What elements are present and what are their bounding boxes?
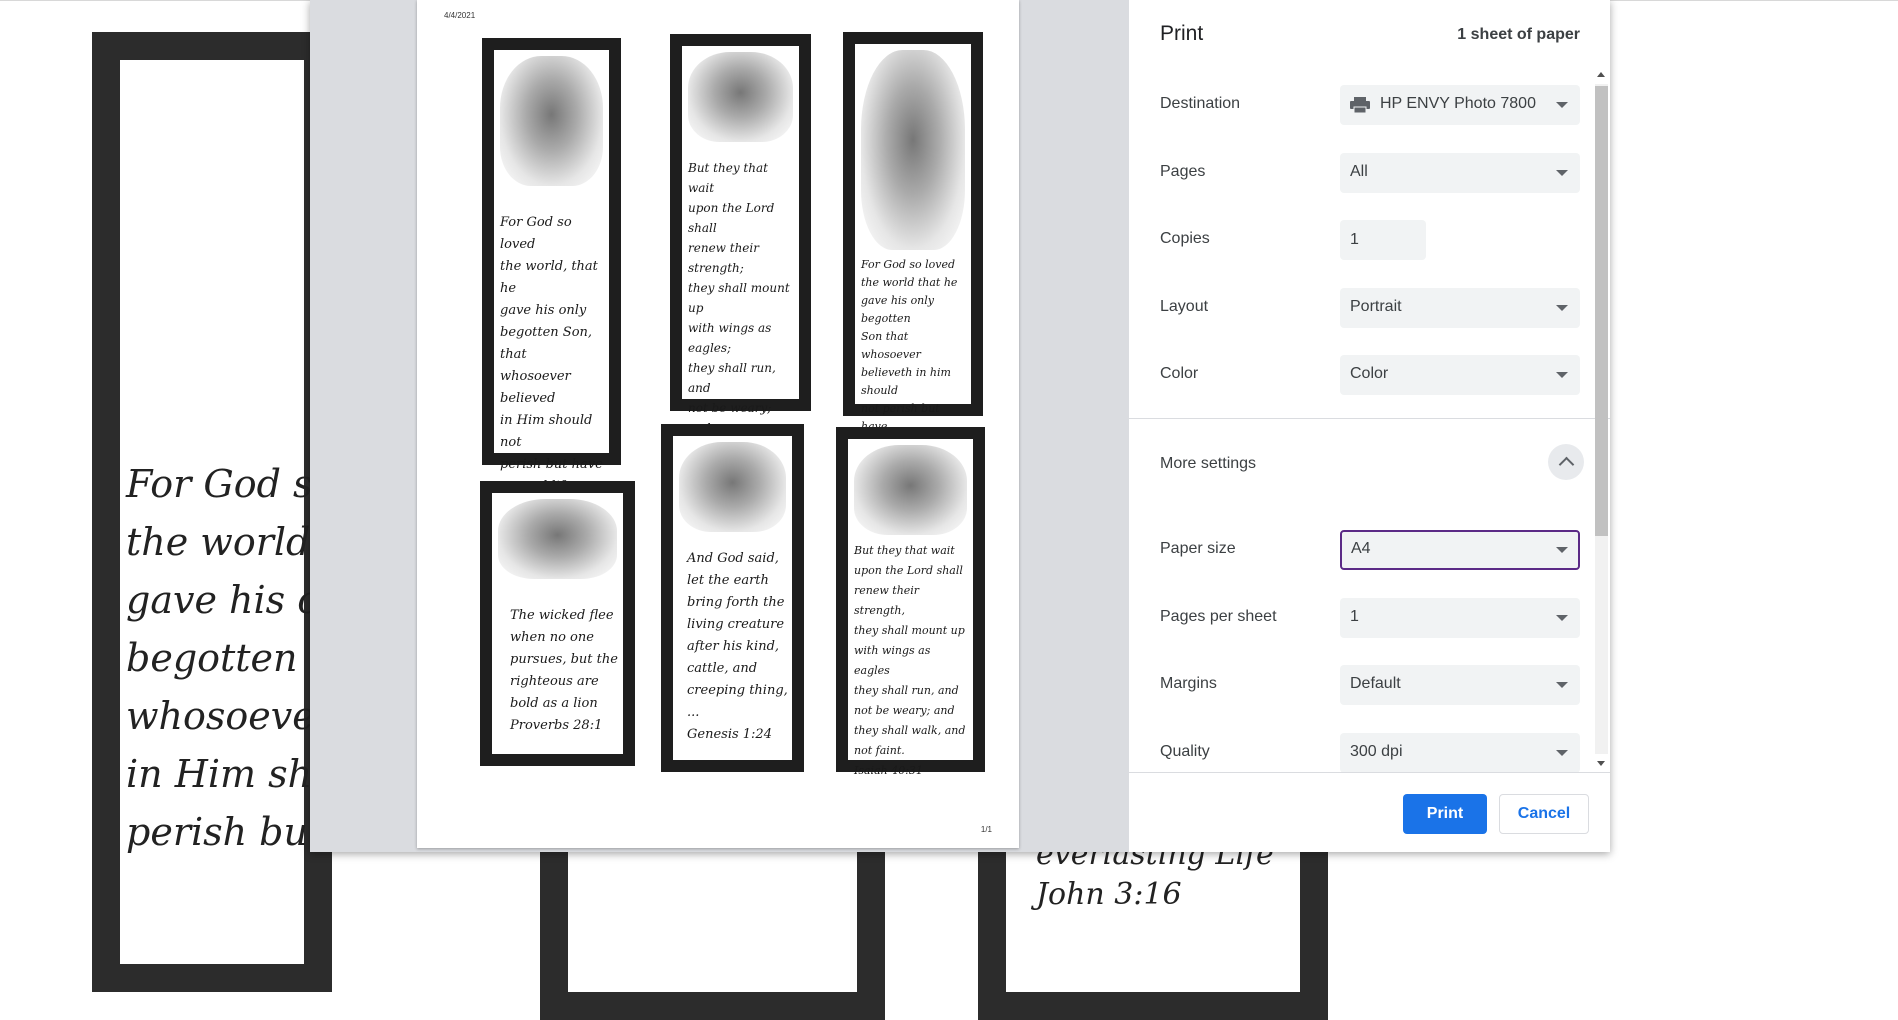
print-button[interactable]: Print bbox=[1403, 794, 1487, 834]
bookmark-koala-small: And God said, let the earth bring forth … bbox=[661, 424, 804, 772]
preview-page: 4/4/2021 For God so loved the world, tha… bbox=[417, 0, 1019, 848]
layout-label: Layout bbox=[1160, 298, 1209, 315]
quality-label: Quality bbox=[1160, 743, 1210, 760]
bookmark-eagle: But they that wait upon the Lord shall r… bbox=[670, 34, 811, 515]
chevron-down-icon bbox=[1556, 547, 1568, 553]
chevron-down-icon bbox=[1556, 102, 1568, 108]
copies-row: Copies bbox=[1160, 220, 1580, 260]
eagle-illustration bbox=[688, 52, 793, 142]
margins-label: Margins bbox=[1160, 675, 1217, 692]
print-dialog: 4/4/2021 For God so loved the world, tha… bbox=[310, 0, 1610, 852]
paper-size-select[interactable]: A4 bbox=[1340, 530, 1580, 570]
paper-size-value: A4 bbox=[1351, 540, 1371, 557]
color-select[interactable]: Color bbox=[1340, 355, 1580, 395]
layout-row: Layout Portrait bbox=[1160, 288, 1580, 328]
copies-label: Copies bbox=[1160, 230, 1210, 247]
scroll-up-arrow-icon[interactable] bbox=[1597, 72, 1605, 77]
margins-row: Margins Default bbox=[1160, 665, 1580, 705]
lion-illustration bbox=[498, 499, 617, 579]
chevron-down-icon bbox=[1556, 615, 1568, 621]
bookmark-verse: The wicked flee when no one pursues, but… bbox=[510, 608, 618, 733]
bookmark-eagle-flying: But they that wait upon the Lord shall r… bbox=[836, 427, 985, 777]
sheet-count: 1 sheet of paper bbox=[1457, 26, 1580, 43]
pages-select[interactable]: All bbox=[1340, 153, 1580, 193]
more-settings-row[interactable]: More settings bbox=[1160, 445, 1580, 485]
settings-scroll-region[interactable]: Destination HP ENVY Photo 7800 s Pages A… bbox=[1129, 66, 1610, 773]
pages-per-sheet-label: Pages per sheet bbox=[1160, 608, 1277, 625]
eagle-illustration bbox=[854, 445, 967, 535]
print-preview-area: 4/4/2021 For God so loved the world, tha… bbox=[310, 0, 1129, 852]
margins-select[interactable]: Default bbox=[1340, 665, 1580, 705]
pages-label: Pages bbox=[1160, 163, 1206, 180]
destination-value: HP ENVY Photo 7800 s bbox=[1380, 95, 1540, 112]
margins-value: Default bbox=[1350, 675, 1401, 692]
bookmark-owl: For God so loved the world that he gave … bbox=[843, 32, 983, 469]
pages-row: Pages All bbox=[1160, 153, 1580, 193]
section-divider bbox=[1129, 418, 1610, 419]
bookmark-verse: But they that wait upon the Lord shall r… bbox=[854, 544, 966, 777]
chevron-down-icon bbox=[1556, 372, 1568, 378]
scroll-down-arrow-icon[interactable] bbox=[1597, 761, 1605, 766]
quality-row: Quality 300 dpi bbox=[1160, 733, 1580, 772]
preview-page-number: 1/1 bbox=[980, 825, 992, 834]
settings-scrollbar[interactable] bbox=[1591, 66, 1610, 772]
pages-per-sheet-row: Pages per sheet 1 bbox=[1160, 598, 1580, 638]
quality-select[interactable]: 300 dpi bbox=[1340, 733, 1580, 772]
bookmark-lion: The wicked flee when no one pursues, but… bbox=[480, 481, 635, 766]
cancel-button[interactable]: Cancel bbox=[1499, 794, 1589, 834]
settings-panel: Print 1 sheet of paper Destination HP EN… bbox=[1129, 0, 1610, 852]
preview-date: 4/4/2021 bbox=[444, 11, 476, 20]
destination-row: Destination HP ENVY Photo 7800 s bbox=[1160, 85, 1580, 125]
copies-input[interactable] bbox=[1340, 220, 1426, 260]
printer-icon bbox=[1350, 97, 1370, 113]
chevron-up-icon bbox=[1558, 456, 1575, 473]
paper-size-label: Paper size bbox=[1160, 540, 1236, 557]
destination-select[interactable]: HP ENVY Photo 7800 s bbox=[1340, 85, 1580, 125]
scrollbar-thumb[interactable] bbox=[1595, 86, 1608, 536]
koala-illustration bbox=[679, 442, 786, 532]
paper-size-row: Paper size A4 bbox=[1160, 530, 1580, 570]
bookmark-verse: For God so loved the world, that he gave… bbox=[500, 215, 603, 516]
pages-per-sheet-value: 1 bbox=[1350, 608, 1359, 625]
bookmark-koala: For God so loved the world, that he gave… bbox=[482, 38, 621, 516]
dialog-title: Print bbox=[1160, 22, 1204, 45]
destination-label: Destination bbox=[1160, 95, 1241, 112]
chevron-down-icon bbox=[1556, 305, 1568, 311]
koala-illustration bbox=[500, 56, 603, 186]
color-value: Color bbox=[1350, 365, 1389, 382]
pages-value: All bbox=[1350, 163, 1368, 180]
pages-per-sheet-select[interactable]: 1 bbox=[1340, 598, 1580, 638]
chevron-down-icon bbox=[1556, 682, 1568, 688]
more-settings-toggle-button[interactable] bbox=[1548, 444, 1584, 480]
layout-value: Portrait bbox=[1350, 298, 1402, 315]
chevron-down-icon bbox=[1556, 170, 1568, 176]
bookmark-verse: And God said, let the earth bring forth … bbox=[687, 551, 788, 742]
quality-value: 300 dpi bbox=[1350, 743, 1403, 760]
chevron-down-icon bbox=[1556, 750, 1568, 756]
owl-illustration bbox=[861, 50, 965, 250]
layout-select[interactable]: Portrait bbox=[1340, 288, 1580, 328]
more-settings-label: More settings bbox=[1160, 455, 1257, 472]
color-row: Color Color bbox=[1160, 355, 1580, 395]
color-label: Color bbox=[1160, 365, 1199, 382]
